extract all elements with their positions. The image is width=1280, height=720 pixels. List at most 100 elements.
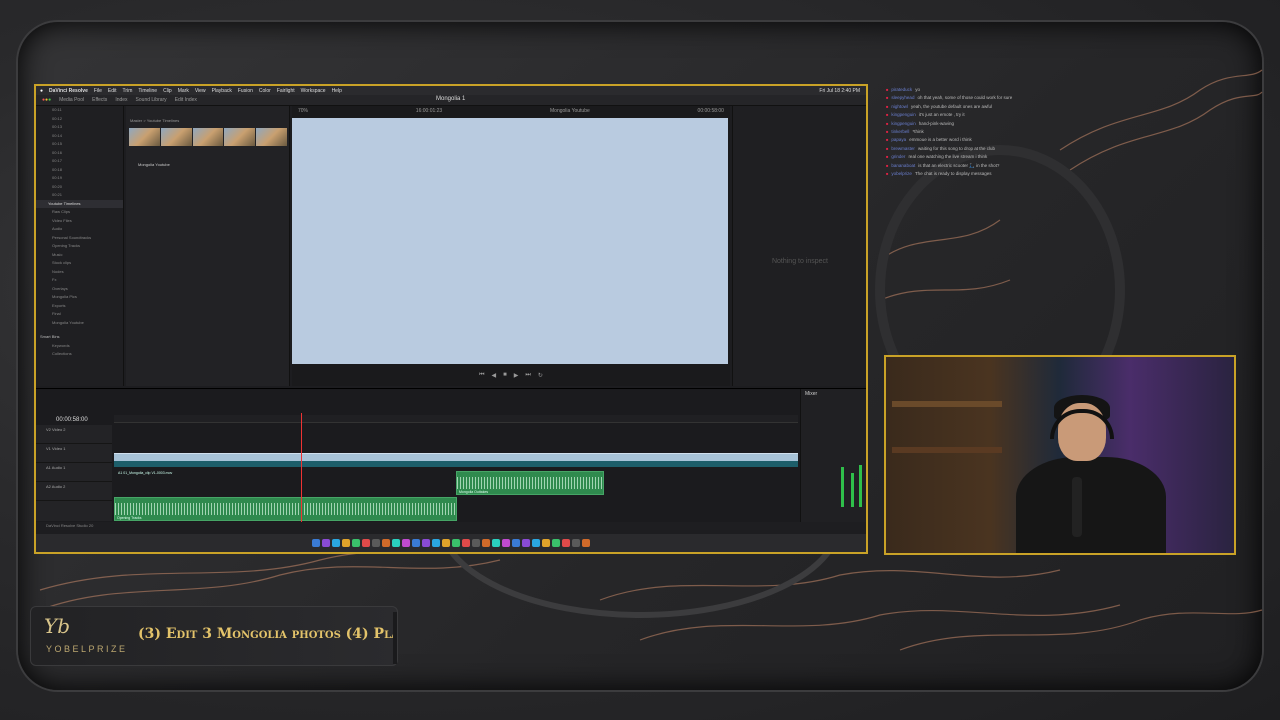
bin-item[interactable]: 00:20 xyxy=(36,183,123,192)
slack-icon[interactable] xyxy=(492,539,500,547)
figma-icon[interactable] xyxy=(562,539,570,547)
bin-item[interactable]: Nodes xyxy=(36,268,123,277)
menu-workspace[interactable]: Workspace xyxy=(301,88,326,94)
spotify-icon[interactable] xyxy=(512,539,520,547)
bin-item-selected[interactable]: Youtube Timelines xyxy=(36,199,123,208)
media-row[interactable]: Mongolia Youtube xyxy=(138,162,170,167)
bin-item[interactable]: Stock clips xyxy=(36,259,123,268)
timeline-ruler[interactable] xyxy=(114,415,798,423)
index-button[interactable]: Index xyxy=(115,97,127,103)
play-icon[interactable]: ▶ xyxy=(514,372,519,379)
premiere-icon[interactable] xyxy=(552,539,560,547)
apple-icon[interactable]: ● xyxy=(40,88,43,94)
chrome-icon[interactable] xyxy=(342,539,350,547)
bin-item[interactable]: 00:12 xyxy=(36,115,123,124)
photos-icon[interactable] xyxy=(382,539,390,547)
audio-clip-a2[interactable]: Opening Tracks xyxy=(114,497,457,521)
smart-bin-item[interactable]: Keywords xyxy=(36,342,123,351)
media-pool-button[interactable]: Media Pool xyxy=(59,97,84,103)
bin-item[interactable]: 00:16 xyxy=(36,149,123,158)
bin-item[interactable]: 00:14 xyxy=(36,132,123,141)
stop-icon[interactable]: ■ xyxy=(503,372,507,378)
menu-color[interactable]: Color xyxy=(259,88,271,94)
viewer-zoom[interactable]: 70% xyxy=(298,108,308,114)
chat-message: ■ kingpenguin it's just an emote , try it xyxy=(886,111,1086,119)
notes-icon[interactable] xyxy=(402,539,410,547)
bin-item[interactable]: Raw Clips xyxy=(36,208,123,217)
menu-fairlight[interactable]: Fairlight xyxy=(277,88,295,94)
bin-item[interactable]: Fx xyxy=(36,276,123,285)
bin-item[interactable]: Personal Soundtracks xyxy=(36,234,123,243)
audio-meter xyxy=(859,465,862,507)
video-clip-label-bar[interactable]: A1 01_Mongolia_clip V1-0003.mov xyxy=(114,461,798,475)
bin-item[interactable]: 00:15 xyxy=(36,140,123,149)
menu-fusion[interactable]: Fusion xyxy=(238,88,253,94)
audio-clip-a1[interactable]: Mongolia Outtakes xyxy=(456,471,604,495)
bin-item[interactable]: Overlays xyxy=(36,285,123,294)
bin-item[interactable]: Opening Tracks xyxy=(36,242,123,251)
bin-item[interactable]: Video Files xyxy=(36,217,123,226)
bin-item[interactable]: Final xyxy=(36,310,123,319)
bin-item[interactable]: Audio xyxy=(36,225,123,234)
podcasts-icon[interactable] xyxy=(432,539,440,547)
menu-help[interactable]: Help xyxy=(332,88,342,94)
edit-index-button[interactable]: Edit Index xyxy=(175,97,197,103)
tv-icon[interactable] xyxy=(442,539,450,547)
effects-button[interactable]: Effects xyxy=(92,97,107,103)
viewer-canvas[interactable] xyxy=(292,118,728,364)
mail-icon[interactable] xyxy=(352,539,360,547)
terminal-icon[interactable] xyxy=(472,539,480,547)
chat-badge-icon: ■ xyxy=(886,137,889,143)
music-icon[interactable] xyxy=(422,539,430,547)
skip-forward-icon[interactable]: ⏭ xyxy=(525,372,530,379)
safari-icon[interactable] xyxy=(332,539,340,547)
bin-item[interactable]: Mongolia Youtube xyxy=(36,319,123,328)
davinci-icon[interactable] xyxy=(532,539,540,547)
discord-icon[interactable] xyxy=(502,539,510,547)
menu-app[interactable]: DaVinci Resolve xyxy=(49,88,88,94)
track-v2[interactable]: V2 Video 2 xyxy=(36,425,112,444)
messages-icon[interactable] xyxy=(362,539,370,547)
reminders-icon[interactable] xyxy=(412,539,420,547)
photoshop-icon[interactable] xyxy=(542,539,550,547)
zoom-icon[interactable] xyxy=(572,539,580,547)
track-a1[interactable]: A1 Audio 1 xyxy=(36,463,112,482)
bin-item[interactable]: 00:13 xyxy=(36,123,123,132)
skip-back-icon[interactable]: ⏮ xyxy=(479,372,484,379)
traffic-lights[interactable]: ●●● xyxy=(42,97,51,103)
appstore-icon[interactable] xyxy=(452,539,460,547)
vscode-icon[interactable] xyxy=(482,539,490,547)
bin-item[interactable]: Music xyxy=(36,251,123,260)
bin-item[interactable]: 00:11 xyxy=(36,106,123,115)
playhead[interactable] xyxy=(301,413,302,523)
settings-icon[interactable] xyxy=(462,539,470,547)
launchpad-icon[interactable] xyxy=(322,539,330,547)
facetime-icon[interactable] xyxy=(372,539,380,547)
bin-item[interactable]: 00:19 xyxy=(36,174,123,183)
bin-item[interactable]: 00:21 xyxy=(36,191,123,200)
menu-playback[interactable]: Playback xyxy=(212,88,232,94)
step-back-icon[interactable]: ◀ xyxy=(492,372,497,379)
smart-bin-item[interactable]: Collections xyxy=(36,350,123,359)
bin-item[interactable]: Mongolia Pics xyxy=(36,293,123,302)
track-a2[interactable]: A2 Audio 2 xyxy=(36,482,112,501)
media-breadcrumb[interactable]: Master > Youtube Timelines xyxy=(130,118,179,123)
menu-trim[interactable]: Trim xyxy=(123,88,133,94)
calendar-icon[interactable] xyxy=(392,539,400,547)
trash-icon[interactable] xyxy=(582,539,590,547)
menu-edit[interactable]: Edit xyxy=(108,88,117,94)
finder-icon[interactable] xyxy=(312,539,320,547)
menu-view[interactable]: View xyxy=(195,88,206,94)
media-thumbnails[interactable] xyxy=(129,128,287,146)
bin-item[interactable]: 00:18 xyxy=(36,166,123,175)
menu-file[interactable]: File xyxy=(94,88,102,94)
menu-clip[interactable]: Clip xyxy=(163,88,172,94)
track-v1[interactable]: V1 Video 1 xyxy=(36,444,112,463)
menu-mark[interactable]: Mark xyxy=(178,88,189,94)
sound-library-button[interactable]: Sound Library xyxy=(136,97,167,103)
bin-item[interactable]: 00:17 xyxy=(36,157,123,166)
bin-item[interactable]: Exports xyxy=(36,302,123,311)
loop-icon[interactable]: ↻ xyxy=(538,372,543,379)
obs-icon[interactable] xyxy=(522,539,530,547)
menu-timeline[interactable]: Timeline xyxy=(138,88,157,94)
